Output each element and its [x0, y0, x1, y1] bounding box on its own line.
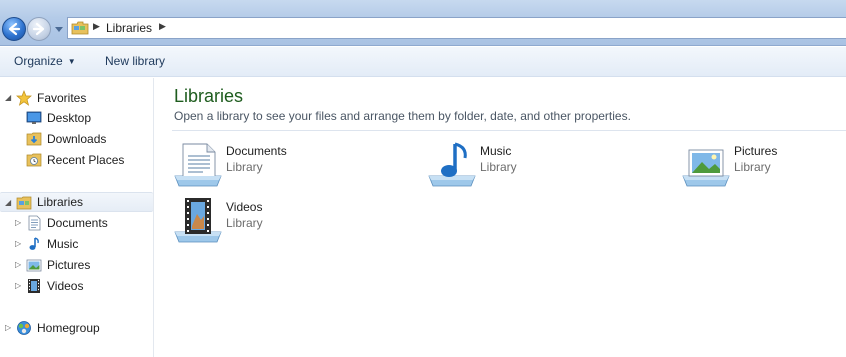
sidebar-item-label: Recent Places: [47, 153, 125, 167]
library-type: Library: [226, 160, 263, 174]
pictures-icon: [26, 259, 42, 272]
sidebar-item-documents[interactable]: ▷ Documents: [0, 213, 153, 233]
breadcrumb-libraries[interactable]: Libraries: [106, 21, 152, 35]
organize-button[interactable]: Organize ▼: [14, 54, 76, 68]
music-library-icon: [428, 142, 476, 187]
sidebar-item-recent-places[interactable]: Recent Places: [0, 150, 153, 170]
libraries-icon: [16, 196, 32, 210]
favorites-star-icon: [16, 90, 32, 106]
library-type: Library: [480, 160, 517, 174]
sidebar-item-pictures[interactable]: ▷ Pictures: [0, 255, 153, 275]
library-tile-music[interactable]: Music Library: [427, 140, 647, 190]
documents-library-icon: [174, 143, 222, 187]
collapsed-arrow-icon[interactable]: ▷: [15, 239, 21, 248]
sidebar-item-label: Libraries: [37, 195, 84, 209]
sidebar-item-label: Desktop: [47, 111, 92, 125]
new-library-label: New library: [105, 54, 166, 68]
sidebar-item-label: Documents: [47, 216, 108, 230]
command-bar: Organize ▼ New library: [0, 47, 846, 77]
recent-pages-dropdown-icon[interactable]: [54, 24, 64, 34]
sidebar-item-libraries[interactable]: ◢ Libraries: [0, 192, 153, 212]
sidebar-item-label: Downloads: [47, 132, 107, 146]
content-pane: Libraries Open a library to see your fil…: [155, 78, 846, 357]
sidebar-item-videos[interactable]: ▷ Videos: [0, 276, 153, 296]
back-arrow-icon: [8, 22, 21, 36]
address-bar-region: ▶ Libraries ▶: [0, 0, 846, 46]
recent-places-icon: [26, 153, 42, 167]
forward-arrow-icon: [32, 22, 45, 36]
homegroup-icon: [17, 321, 31, 335]
videos-icon: [28, 279, 40, 293]
library-tile-pictures[interactable]: Pictures Library: [681, 140, 846, 190]
library-name: Documents: [226, 144, 287, 158]
page-subtitle: Open a library to see your files and arr…: [174, 109, 631, 123]
collapsed-arrow-icon[interactable]: ▷: [15, 281, 21, 290]
expanded-arrow-icon[interactable]: ◢: [5, 93, 11, 102]
library-name: Pictures: [734, 144, 778, 158]
sidebar-item-music[interactable]: ▷ Music: [0, 234, 153, 254]
videos-library-icon: [174, 198, 222, 243]
library-name: Music: [480, 144, 512, 158]
library-name: Videos: [226, 200, 263, 214]
sidebar-item-homegroup[interactable]: ▷ Homegroup: [0, 318, 153, 338]
sidebar-item-label: Homegroup: [37, 321, 100, 335]
back-button[interactable]: [2, 17, 26, 41]
collapsed-arrow-icon[interactable]: ▷: [15, 260, 21, 269]
breadcrumb-chevron-icon[interactable]: ▶: [159, 22, 166, 32]
sidebar-item-label: Videos: [47, 279, 84, 293]
navigation-pane: ◢ Favorites Desktop Downloads Recent Pla…: [0, 78, 154, 357]
library-type: Library: [226, 216, 263, 230]
downloads-folder-icon: [26, 132, 42, 146]
sidebar-item-favorites[interactable]: ◢ Favorites: [0, 88, 153, 108]
sidebar-item-desktop[interactable]: Desktop: [0, 108, 153, 128]
desktop-icon: [26, 111, 42, 124]
library-tile-videos[interactable]: Videos Library: [173, 196, 393, 246]
collapsed-arrow-icon[interactable]: ▷: [5, 323, 11, 332]
new-library-button[interactable]: New library: [105, 54, 165, 68]
collapsed-arrow-icon[interactable]: ▷: [15, 218, 21, 227]
documents-icon: [28, 215, 41, 231]
organize-dropdown-icon: ▼: [67, 56, 76, 66]
library-type: Library: [734, 160, 771, 174]
libraries-folder-icon: [71, 21, 89, 35]
music-icon: [29, 237, 39, 250]
library-tile-documents[interactable]: Documents Library: [173, 140, 393, 190]
sidebar-item-label: Music: [47, 237, 79, 251]
forward-button[interactable]: [27, 17, 51, 41]
page-title: Libraries: [174, 86, 244, 106]
address-field[interactable]: ▶ Libraries ▶: [67, 17, 846, 39]
pictures-library-icon: [682, 149, 730, 187]
expanded-arrow-icon[interactable]: ◢: [5, 198, 11, 207]
header-divider: [172, 130, 846, 131]
sidebar-item-downloads[interactable]: Downloads: [0, 129, 153, 149]
sidebar-item-label: Favorites: [37, 91, 87, 105]
organize-label: Organize: [14, 54, 63, 68]
sidebar-item-label: Pictures: [47, 258, 91, 272]
breadcrumb-separator-icon[interactable]: ▶: [93, 22, 100, 32]
